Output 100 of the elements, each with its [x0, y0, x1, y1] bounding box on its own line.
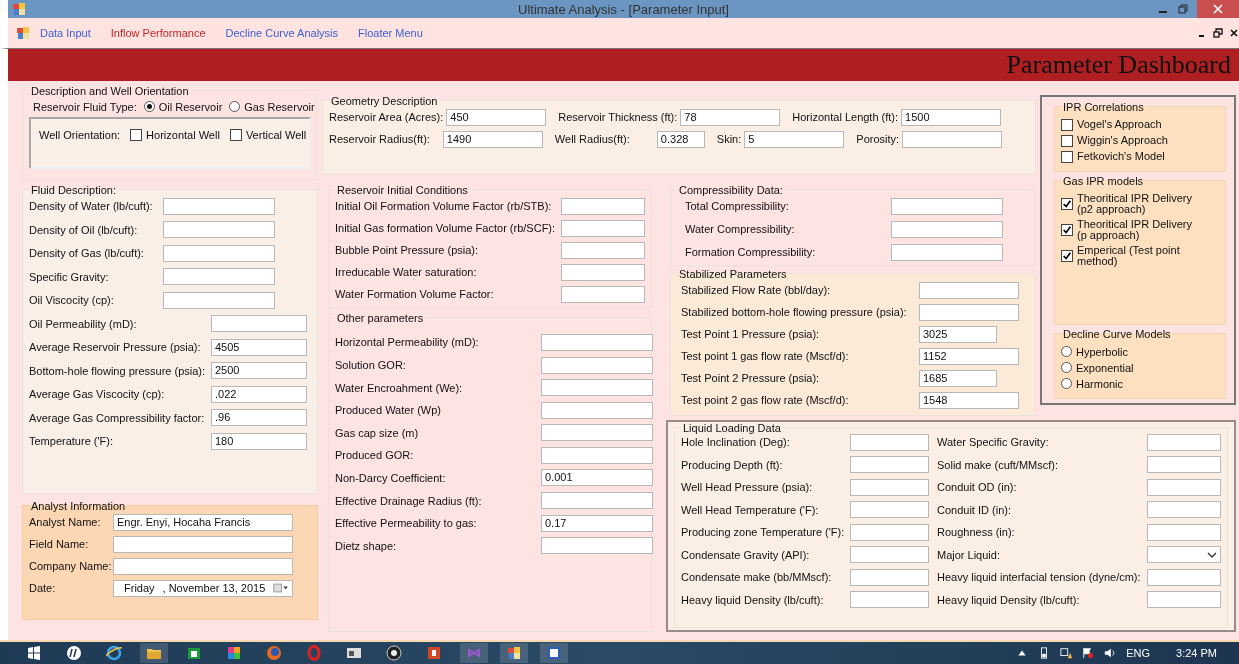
text-field[interactable]: [850, 501, 929, 519]
text-field[interactable]: [541, 537, 653, 555]
menu-item[interactable]: Decline Curve Analysis: [225, 26, 339, 39]
text-field[interactable]: Engr. Enyi, Hocaha Francis: [113, 513, 293, 531]
text-field[interactable]: .022: [211, 385, 307, 403]
checkbox[interactable]: [1061, 134, 1073, 147]
text-field[interactable]: 78: [680, 108, 781, 126]
option-label[interactable]: Hyperbolic: [1076, 345, 1128, 358]
text-field[interactable]: [891, 197, 1003, 215]
text-field[interactable]: [541, 333, 653, 351]
text-field[interactable]: [850, 568, 929, 586]
option-label[interactable]: Fetkovich's Model: [1077, 151, 1165, 163]
clock[interactable]: 3:24 PM: [1176, 647, 1217, 659]
text-field[interactable]: [1146, 501, 1221, 519]
text-field[interactable]: [113, 535, 293, 553]
text-field[interactable]: 4505: [211, 338, 307, 356]
text-field[interactable]: [561, 285, 645, 303]
text-field[interactable]: [1146, 456, 1221, 474]
close-icon[interactable]: [1229, 27, 1239, 38]
date-picker[interactable]: Friday , November 13, 2015: [113, 579, 293, 597]
text-field[interactable]: 450: [446, 108, 547, 126]
text-field[interactable]: [163, 268, 275, 286]
text-field[interactable]: [561, 263, 645, 281]
text-field[interactable]: 180: [211, 432, 307, 450]
text-field[interactable]: [211, 315, 307, 333]
language-indicator[interactable]: ENG: [1126, 647, 1151, 659]
option-label[interactable]: Theoritical IPR Delivery (p approach): [1077, 218, 1192, 241]
checkbox[interactable]: [1061, 223, 1073, 236]
calendar-icon[interactable]: [273, 582, 289, 595]
text-field[interactable]: [113, 557, 293, 575]
restore-icon[interactable]: [1213, 27, 1223, 38]
text-field[interactable]: [1146, 478, 1221, 496]
text-field[interactable]: [850, 433, 929, 451]
text-field[interactable]: [850, 478, 929, 496]
radio-button[interactable]: [1061, 346, 1072, 358]
text-field[interactable]: [561, 219, 645, 237]
text-field[interactable]: 1490: [442, 130, 543, 148]
text-field[interactable]: 1548: [919, 391, 1019, 409]
text-field[interactable]: [1146, 568, 1221, 586]
text-field[interactable]: [561, 197, 645, 215]
text-field[interactable]: 2500: [211, 362, 307, 380]
checkbox[interactable]: [1061, 249, 1073, 262]
option-label[interactable]: Vertical Well: [245, 128, 307, 141]
text-field[interactable]: [919, 303, 1019, 321]
app-icon[interactable]: [500, 643, 528, 663]
option-label[interactable]: Gas Reservoir: [244, 100, 315, 113]
menu-item[interactable]: Inflow Performance: [110, 26, 206, 39]
speaker-icon[interactable]: [1104, 647, 1117, 659]
option-label[interactable]: Harmonic: [1076, 377, 1124, 390]
option-label[interactable]: Emperical (Test point method): [1077, 244, 1219, 267]
text-field[interactable]: [1146, 523, 1221, 541]
text-field[interactable]: [1146, 591, 1221, 609]
text-field[interactable]: [902, 130, 1003, 148]
text-field[interactable]: [163, 197, 275, 215]
radio-button[interactable]: [1061, 362, 1072, 374]
network-icon[interactable]: [1060, 647, 1073, 659]
option-label[interactable]: Wiggin's Approach: [1077, 135, 1168, 147]
text-field[interactable]: 1152: [919, 347, 1019, 365]
checkbox[interactable]: [229, 128, 242, 141]
text-field[interactable]: [163, 221, 275, 239]
text-field[interactable]: [850, 523, 929, 541]
option-label[interactable]: Oil Reservoir: [158, 100, 223, 113]
text-field[interactable]: [919, 281, 1019, 299]
chevron-down-icon[interactable]: [1207, 551, 1217, 558]
text-field[interactable]: [1146, 433, 1221, 451]
text-field[interactable]: [891, 220, 1003, 238]
text-field[interactable]: 0.17: [541, 514, 653, 532]
document-icon[interactable]: [540, 643, 568, 663]
checkbox[interactable]: [130, 128, 143, 141]
option-label[interactable]: Theoritical IPR Delivery (p2 approach): [1077, 192, 1192, 215]
text-field[interactable]: [850, 456, 929, 474]
text-field[interactable]: [163, 291, 275, 309]
text-field[interactable]: 3025: [919, 325, 997, 343]
option-label[interactable]: Vogel's Approach: [1077, 119, 1162, 131]
text-field[interactable]: [561, 241, 645, 259]
text-field[interactable]: [541, 401, 653, 419]
text-field[interactable]: [541, 356, 653, 374]
folder-icon[interactable]: [140, 643, 168, 663]
text-field[interactable]: [541, 424, 653, 442]
radio-button[interactable]: [143, 101, 155, 113]
text-field[interactable]: [850, 591, 929, 609]
text-field[interactable]: 1500: [901, 108, 1002, 126]
flag-icon[interactable]: [1082, 647, 1095, 659]
text-field[interactable]: 1685: [919, 369, 997, 387]
checkbox[interactable]: [1061, 118, 1073, 131]
menu-item[interactable]: Floater Menu: [358, 26, 423, 39]
text-field[interactable]: [163, 244, 275, 262]
text-field[interactable]: [850, 546, 929, 564]
text-field[interactable]: 0.328: [656, 130, 705, 148]
option-label[interactable]: Horizontal Well: [146, 128, 220, 141]
text-field[interactable]: 5: [744, 130, 845, 148]
menu-item[interactable]: Data Input: [40, 26, 91, 39]
text-field[interactable]: .96: [211, 409, 307, 427]
checkbox[interactable]: [1061, 150, 1073, 163]
text-field[interactable]: [541, 379, 653, 397]
text-field[interactable]: [891, 243, 1003, 261]
text-field[interactable]: 0.001: [541, 469, 653, 487]
text-field[interactable]: [541, 492, 653, 510]
text-field[interactable]: [541, 446, 653, 464]
checkbox[interactable]: [1061, 197, 1073, 210]
